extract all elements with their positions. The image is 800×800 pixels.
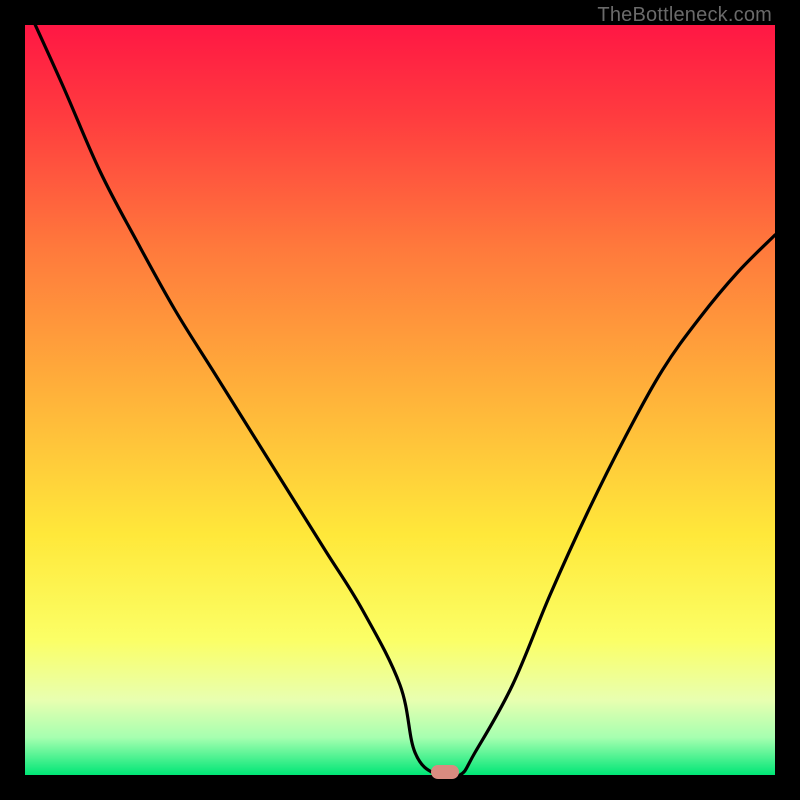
optimal-marker (431, 765, 459, 779)
chart-frame (25, 25, 775, 775)
chart-background-gradient (25, 25, 775, 775)
watermark-text: TheBottleneck.com (597, 4, 772, 27)
